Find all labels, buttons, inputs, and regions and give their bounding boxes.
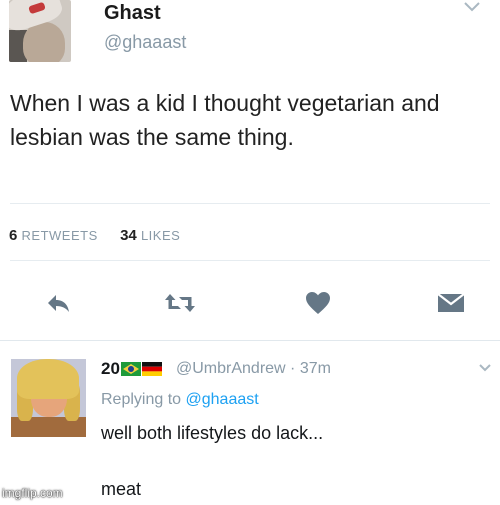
like-count[interactable]: 34	[120, 227, 137, 244]
reply-text-line-1: well both lifestyles do lack...	[101, 423, 324, 443]
brazil-flag-icon	[120, 362, 141, 376]
divider	[10, 203, 490, 204]
watermark: imgflip.com	[2, 486, 63, 500]
reply-text-line-2: meat	[101, 479, 142, 499]
reply-author-handle-time[interactable]: @UmbrAndrew · 37m	[176, 360, 331, 378]
chevron-down-icon[interactable]	[463, 0, 481, 14]
reply-author-name[interactable]: 20	[101, 359, 162, 379]
retweet-icon	[165, 294, 195, 312]
tweet-text: When I was a kid I thought vegetarian an…	[10, 90, 440, 150]
tweet-card: Ghast @ghaaast When I was a kid I though…	[0, 0, 500, 340]
retweet-label[interactable]: RETWEETS	[22, 228, 98, 243]
replying-prefix: Replying to	[101, 391, 182, 408]
author-name[interactable]: Ghast	[104, 2, 161, 25]
reply-icon	[48, 295, 69, 312]
retweet-count[interactable]: 6	[9, 227, 17, 244]
chevron-down-icon[interactable]	[478, 363, 492, 373]
replying-mention-link[interactable]: @ghaaast	[186, 391, 259, 408]
heart-icon	[306, 292, 330, 314]
avatar[interactable]	[11, 359, 86, 437]
divider	[10, 260, 490, 261]
germany-flag-icon	[141, 362, 162, 376]
envelope-icon	[437, 293, 465, 312]
like-label[interactable]: LIKES	[141, 228, 180, 243]
reply-button[interactable]	[41, 286, 77, 320]
replying-to: Replying to @ghaaast	[101, 391, 259, 409]
tweet-stats: 6 RETWEETS 34 LIKES	[9, 227, 180, 244]
direct-message-button[interactable]	[433, 286, 469, 320]
retweet-button[interactable]	[162, 286, 198, 320]
avatar[interactable]	[9, 0, 71, 62]
reply-tweet-card: 20 @UmbrAndrew · 37m Replying to @ghaaas…	[0, 340, 500, 505]
author-handle[interactable]: @ghaaast	[104, 32, 186, 53]
reply-author-name-text: 20	[101, 359, 120, 378]
like-button[interactable]	[300, 286, 336, 320]
